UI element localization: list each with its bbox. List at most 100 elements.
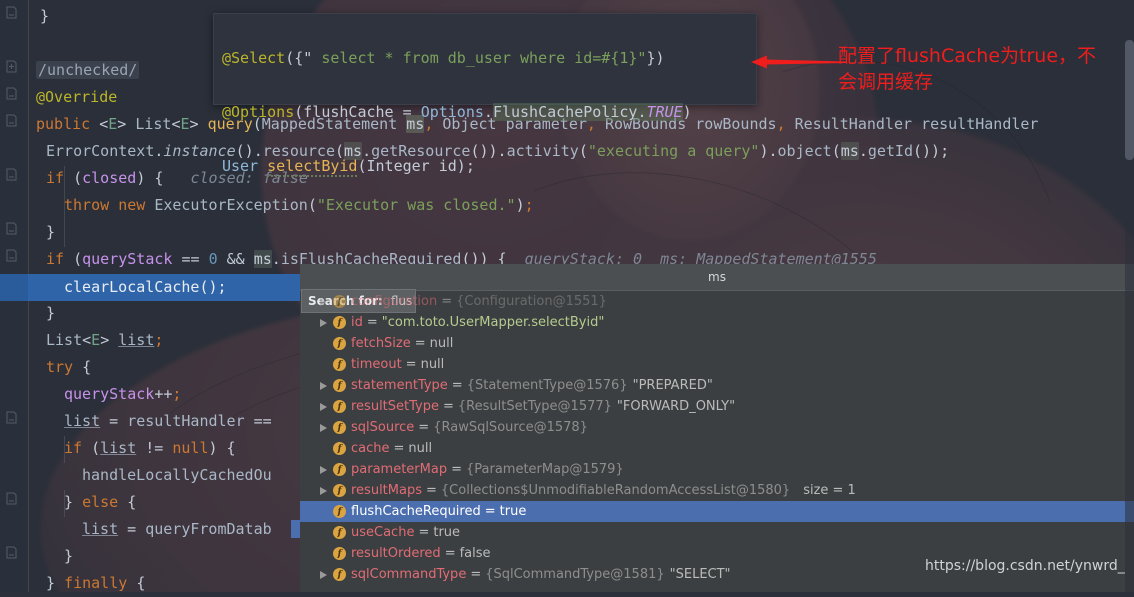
field-icon: f [333,463,346,476]
variable-type: {StatementType@1576} [466,378,628,393]
field-icon: f [333,442,346,455]
variable-name: timeout [351,357,402,372]
variable-value: null [420,357,445,372]
field-icon: f [333,484,346,497]
method-return-type: User [222,157,259,175]
field-icon: f [333,505,346,518]
variable-value: "com.toto.UserMapper.selectByid" [381,315,605,330]
variable-equals: = [414,336,426,351]
variable-name: cache [351,441,390,456]
variable-row[interactable]: f cache = null [300,438,1134,459]
variable-name: configuration [351,294,438,309]
field-icon: f [333,337,346,350]
field-icon: f [333,526,346,539]
debug-panel-title: ms [300,264,1134,290]
variable-row[interactable]: f id = "com.toto.UserMapper.selectByid" [300,312,1134,333]
debugger-variables-panel[interactable]: ms Search for: flus f configuration = {Conf… [300,264,1134,592]
field-icon: f [333,358,346,371]
variable-equals: = [426,483,437,498]
variable-equals: = [418,420,430,435]
variable-type: {Configuration@1551} [456,294,607,309]
field-icon: f [333,379,346,392]
red-annotation-line2: 会调用缓存 [838,71,934,93]
red-annotation-note: 配置了flushCache为true，不 会调用缓存 [838,43,1128,95]
select-sql-string: select * from db_user where id=#{1}" [312,49,647,67]
variable-name: sqlCommandType [351,567,467,582]
variable-row[interactable]: f parameterMap = {ParameterMap@1579} [300,459,1134,480]
red-annotation-line1: 配置了flushCache为true，不 [838,45,1097,67]
method-params: (Integer id); [357,157,475,175]
code-line[interactable]: } [46,219,1134,246]
variable-value: true [433,525,461,540]
variable-row[interactable]: f resultMaps = {Collections$UnmodifiableRan… [300,480,1134,501]
options-open-paren: ( [294,103,304,121]
expand-chevron-icon[interactable] [318,381,328,391]
expand-chevron-icon[interactable] [318,486,328,496]
variable-name: resultOrdered [351,546,441,561]
popup-line-method: User selectByid(Integer id); [222,153,756,180]
variable-type: {ResultSetType@1577} [457,399,612,414]
field-icon: f [333,400,346,413]
variable-name: fetchSize [351,336,411,351]
select-close-paren: }) [646,49,665,67]
variable-value: "PREPARED" [632,378,713,393]
variable-equals: = [451,378,463,393]
expand-chevron-icon[interactable] [318,297,328,307]
variable-type: {RawSqlSource@1578} [433,420,588,435]
variable-equals: = [443,399,454,414]
field-icon: f [333,568,346,581]
code-line-clearlocalcache-text: clearLocalCache(); [64,278,227,296]
options-param-name: flushCache [303,103,394,121]
variable-equals: = [418,525,430,540]
code-documentation-popup: @Select({" select * from db_user where i… [213,13,757,177]
variable-name: flushCacheRequired [351,504,481,519]
variable-value: false [459,546,491,561]
options-class: Options [420,103,484,121]
variable-row[interactable]: f resultSetType = {ResultSetType@1577} "FORW… [300,396,1134,417]
variable-name: useCache [351,525,415,540]
variable-name: parameterMap [351,462,448,477]
variable-row[interactable]: f useCache = true [300,522,1134,543]
editor-scrollbar-thumb[interactable] [1125,40,1134,160]
variable-equals: = [470,567,482,582]
field-icon: f [333,421,346,434]
variable-equals: = [366,315,378,330]
watermark-url: https://blog.csdn.net/ynwrd_ [925,558,1125,574]
variable-row[interactable]: f flushCacheRequired = true [300,501,1134,522]
variable-equals: = [405,357,417,372]
variable-value: null [429,336,454,351]
options-equals: = [393,103,421,121]
variable-equals: = [444,546,456,561]
expand-chevron-icon[interactable] [318,318,328,328]
variable-row[interactable]: f timeout = null [300,354,1134,375]
field-icon: f [333,316,346,329]
variable-name: statementType [351,378,448,393]
select-annotation: @Select [222,49,286,67]
expand-chevron-icon[interactable] [318,465,328,475]
variable-name: sqlSource [351,420,415,435]
variable-row[interactable]: f sqlSource = {RawSqlSource@1578} [300,417,1134,438]
popup-line-options: @Options(flushCache = Options.FlushCache… [222,103,692,121]
variable-row[interactable]: f configuration = {Configuration@1551} [300,291,1134,312]
variable-equals: = [484,504,496,519]
popup-line-select: @Select({" select * from db_user where i… [222,45,756,72]
variable-row[interactable]: f statementType = {StatementType@1576} "PREP… [300,375,1134,396]
variable-value: true [499,504,527,519]
variable-row[interactable]: f fetchSize = null [300,333,1134,354]
folded-region-label[interactable]: /unchecked/ [36,61,140,79]
select-open-paren: ({" [285,49,313,67]
variable-type: {Collections$UnmodifiableRandomAccessLis… [440,483,791,498]
variable-value: "SELECT" [669,567,731,582]
variable-equals: = [393,441,405,456]
variable-name: id [351,315,363,330]
variable-name: resultMaps [351,483,422,498]
variable-name: resultSetType [351,399,439,414]
field-icon: f [333,295,346,308]
red-left-arrow-icon [751,55,847,69]
expand-chevron-icon[interactable] [318,570,328,580]
variable-size: size = 1 [803,483,856,498]
expand-chevron-icon[interactable] [318,423,328,433]
variable-value: null [408,441,433,456]
variables-list[interactable]: f configuration = {Configuration@1551} f id = "… [300,291,1134,592]
expand-chevron-icon[interactable] [318,402,328,412]
